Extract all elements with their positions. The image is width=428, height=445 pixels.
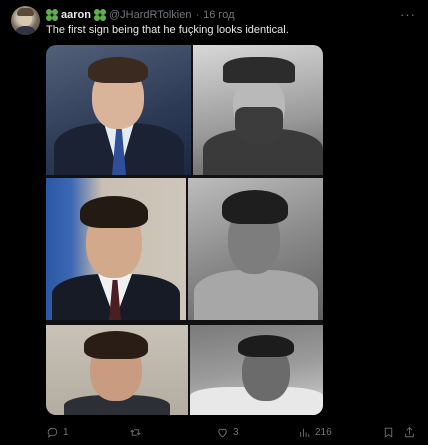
hair: [88, 57, 148, 83]
timestamp[interactable]: 16 год: [203, 9, 234, 21]
photo-2: [193, 45, 323, 175]
tweet-header: aaron @JHardRTolkien · 16 год: [46, 7, 235, 23]
photo-5: [46, 325, 188, 415]
retweet-button[interactable]: [129, 424, 146, 440]
four-leaf-clover-icon: [93, 9, 106, 21]
views-button[interactable]: 216: [298, 424, 332, 440]
heart-icon: [218, 428, 227, 437]
tank-top: [194, 270, 318, 320]
photo-1: [46, 45, 191, 175]
photo-6: [190, 325, 323, 415]
bookmark-button[interactable]: [382, 424, 395, 440]
view-count: 216: [315, 426, 332, 438]
separator-dot: ·: [195, 9, 200, 21]
beard: [235, 107, 283, 145]
cap: [223, 57, 295, 83]
like-count: 3: [233, 426, 239, 438]
like-button[interactable]: 3: [216, 424, 239, 440]
retweet-icon: [130, 428, 141, 436]
display-name[interactable]: aaron: [61, 9, 91, 21]
bookmark-icon: [384, 427, 393, 438]
media-image[interactable]: [46, 45, 323, 415]
share-button[interactable]: [403, 424, 416, 440]
hair: [80, 196, 148, 228]
avatar-body: [14, 26, 37, 35]
avatar-hair: [17, 8, 34, 16]
four-leaf-clover-icon: [46, 9, 58, 21]
avatar[interactable]: [11, 6, 40, 35]
hair: [84, 331, 148, 359]
hair: [238, 335, 294, 357]
action-bar: 1 3 216: [46, 424, 416, 440]
hair: [222, 190, 288, 224]
more-options-icon[interactable]: ···: [400, 7, 416, 22]
photo-4: [188, 178, 323, 320]
photo-3: [46, 178, 186, 320]
reply-count: 1: [63, 426, 69, 438]
user-handle[interactable]: @JHardRTolkien: [109, 9, 192, 21]
share-icon: [405, 426, 414, 437]
reply-button[interactable]: 1: [46, 424, 69, 440]
tweet-text: The first sign being that he fuçking loo…: [46, 24, 289, 36]
tweet[interactable]: aaron @JHardRTolkien · 16 год ··· The fi…: [0, 0, 428, 445]
views-icon: [300, 428, 310, 437]
reply-icon: [47, 427, 58, 438]
